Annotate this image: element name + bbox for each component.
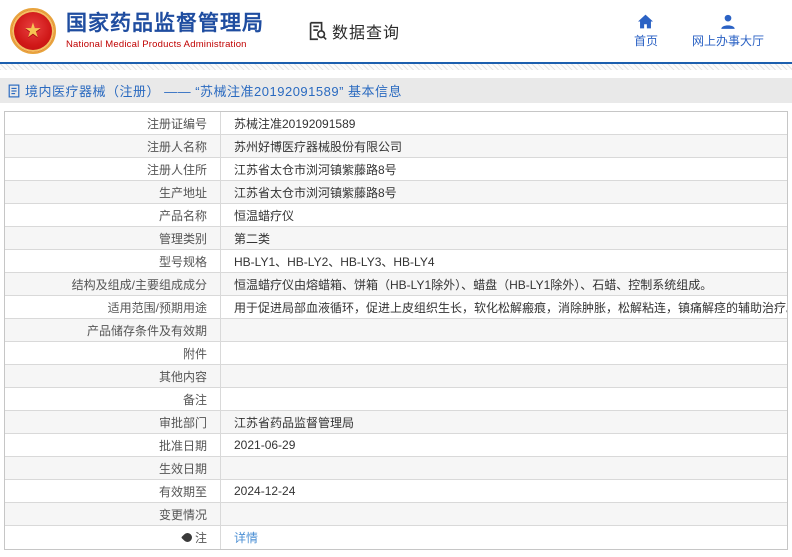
row-value: 第二类 (234, 231, 271, 246)
note-icon (181, 531, 194, 544)
site-brand[interactable]: 国家药品监督管理局 National Medical Products Admi… (66, 12, 264, 49)
row-label: 附件 (5, 342, 221, 364)
nav-item-home[interactable]: 首页 (634, 14, 658, 49)
row-label: 注册人名称 (5, 135, 221, 157)
row-value: 恒温蜡疗仪由熔蜡箱、饼箱（HB-LY1除外）、蜡盘（HB-LY1除外）、石蜡、控… (234, 277, 713, 292)
home-icon (637, 14, 654, 29)
table-row: 备注 (5, 388, 787, 411)
row-label: 型号规格 (5, 250, 221, 272)
table-row: 附件 (5, 342, 787, 365)
table-row: 注册证编号 苏械注准20192091589 (5, 112, 787, 135)
row-value (221, 342, 787, 364)
row-label: 结构及组成/主要组成成分 (5, 273, 221, 295)
table-row: 管理类别 第二类 (5, 227, 787, 250)
site-header: ★ 国家药品监督管理局 National Medical Products Ad… (0, 0, 792, 62)
row-label: 产品储存条件及有效期 (5, 319, 221, 341)
row-value: 2024-12-24 (234, 484, 296, 498)
row-label: 注册证编号 (5, 112, 221, 134)
row-value: 用于促进局部血液循环，促进上皮组织生长，软化松解瘢痕，消除肿胀，松解粘连，镇痛解… (234, 300, 787, 315)
person-icon (720, 14, 736, 29)
row-value: 2021-06-29 (234, 438, 296, 452)
table-row: 结构及组成/主要组成成分 恒温蜡疗仪由熔蜡箱、饼箱（HB-LY1除外）、蜡盘（HB… (5, 273, 787, 296)
row-value (221, 365, 787, 387)
data-query-label: 数据查询 (332, 25, 401, 42)
table-row: 审批部门 江苏省药品监督管理局 (5, 411, 787, 434)
table-row: 产品储存条件及有效期 (5, 319, 787, 342)
table-row: 生效日期 (5, 457, 787, 480)
hatch-divider (0, 64, 792, 70)
row-label: 其他内容 (5, 365, 221, 387)
star-icon: ★ (24, 20, 42, 42)
row-label: 生产地址 (5, 181, 221, 203)
row-label: 适用范围/预期用途 (5, 296, 221, 318)
row-label: 备注 (5, 388, 221, 410)
national-emblem-logo[interactable]: ★ (10, 8, 56, 54)
row-label: 审批部门 (5, 411, 221, 433)
row-label: 管理类别 (5, 227, 221, 249)
document-icon (8, 84, 25, 98)
nav-item-label: 首页 (633, 33, 658, 48)
row-value (221, 388, 787, 410)
row-value: 苏械注准20192091589 (234, 116, 356, 131)
row-label: 生效日期 (5, 457, 221, 479)
row-label: 变更情况 (5, 503, 221, 525)
site-title: 国家药品监督管理局 (66, 12, 264, 36)
row-value (221, 503, 787, 525)
row-value: HB-LY1、HB-LY2、HB-LY3、HB-LY4 (234, 254, 435, 269)
table-row: 产品名称 恒温蜡疗仪 (5, 204, 787, 227)
row-label: 批准日期 (5, 434, 221, 456)
row-label: 有效期至 (5, 480, 221, 502)
row-label: 注 (5, 526, 221, 549)
table-row: 其他内容 (5, 365, 787, 388)
row-value: 恒温蜡疗仪 (234, 208, 295, 223)
page-title: 境内医疗器械（注册） —— “苏械注准20192091589” 基本信息 (25, 84, 403, 99)
row-label: 产品名称 (5, 204, 221, 226)
table-row: 型号规格 HB-LY1、HB-LY2、HB-LY3、HB-LY4 (5, 250, 787, 273)
table-row: 生产地址 江苏省太仓市浏河镇紫藤路8号 (5, 181, 787, 204)
header-nav: 首页 网上办事大厅 (634, 14, 764, 49)
breadcrumb: 境内医疗器械（注册） —— “苏械注准20192091589” 基本信息 (0, 78, 792, 103)
row-value: 详情 (221, 526, 787, 549)
row-value: 江苏省太仓市浏河镇紫藤路8号 (234, 185, 397, 200)
table-row: 注详情 (5, 526, 787, 549)
table-row: 变更情况 (5, 503, 787, 526)
site-subtitle: National Medical Products Administration (66, 38, 247, 50)
page: { "header": { "title": "国家药品监督管理局", "sub… (0, 0, 792, 557)
row-label: 注册人住所 (5, 158, 221, 180)
nav-item-service-hall[interactable]: 网上办事大厅 (692, 14, 764, 49)
table-row: 注册人名称 苏州好博医疗器械股份有限公司 (5, 135, 787, 158)
nav-item-label: 网上办事大厅 (691, 33, 764, 48)
table-row: 适用范围/预期用途 用于促进局部血液循环，促进上皮组织生长，软化松解瘢痕，消除肿胀… (5, 296, 787, 319)
row-value (221, 319, 787, 341)
info-table: 注册证编号 苏械注准20192091589 注册人名称 苏州好博医疗器械股份有限公司注… (4, 111, 788, 550)
data-query-section[interactable]: 数据查询 (306, 19, 400, 43)
row-value: 江苏省太仓市浏河镇紫藤路8号 (234, 162, 397, 177)
table-row: 注册人住所 江苏省太仓市浏河镇紫藤路8号 (5, 158, 787, 181)
row-value (221, 457, 787, 479)
row-value: 江苏省药品监督管理局 (234, 415, 355, 430)
detail-link[interactable]: 详情 (234, 529, 258, 546)
row-value: 苏州好博医疗器械股份有限公司 (234, 139, 403, 154)
document-search-icon (306, 20, 328, 42)
table-row: 批准日期 2021-06-29 (5, 434, 787, 457)
table-row: 有效期至 2024-12-24 (5, 480, 787, 503)
